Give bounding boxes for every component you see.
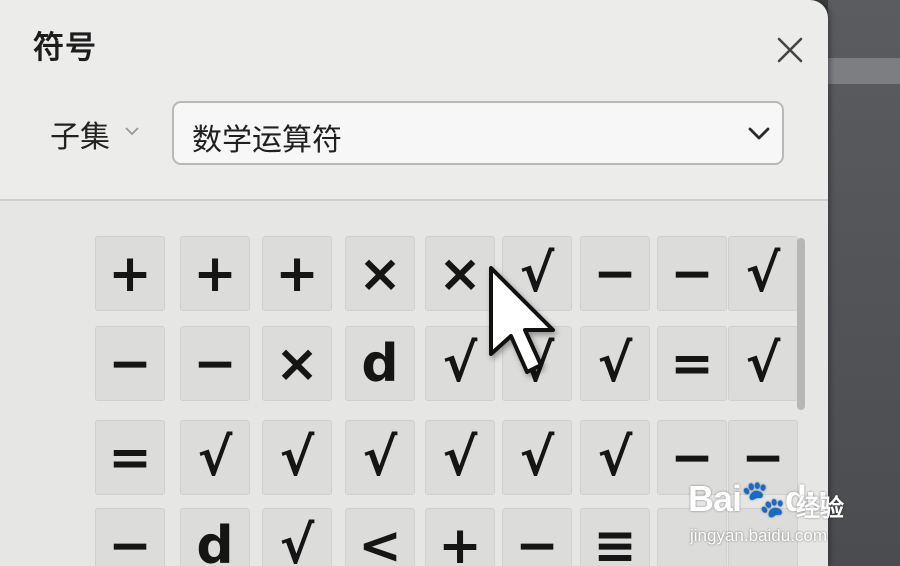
symbol-cell[interactable]: √ — [345, 420, 415, 495]
symbol-cell[interactable]: √ — [580, 420, 650, 495]
subset-dropdown[interactable]: 数学运算符 — [172, 101, 784, 165]
symbol-cell[interactable]: √ — [262, 508, 332, 566]
symbol-cell[interactable]: < — [345, 508, 415, 566]
symbol-cell[interactable]: + — [262, 236, 332, 311]
symbol-cell[interactable]: = — [95, 420, 165, 495]
symbol-cell[interactable]: √ — [425, 420, 495, 495]
scrollbar-thumb[interactable] — [797, 238, 805, 410]
subset-dropdown-value: 数学运算符 — [192, 123, 342, 158]
symbol-cell[interactable]: − — [180, 326, 250, 401]
symbol-cell[interactable] — [728, 508, 798, 566]
background-band — [828, 58, 900, 84]
subset-label: 子集 — [50, 120, 110, 155]
symbol-cell[interactable]: √ — [180, 420, 250, 495]
close-icon[interactable] — [772, 32, 808, 68]
symbol-cell[interactable]: − — [502, 508, 572, 566]
symbol-cell[interactable]: √ — [728, 236, 798, 311]
chevron-down-icon — [125, 127, 139, 136]
symbol-cell[interactable]: − — [95, 508, 165, 566]
symbol-cell[interactable]: √ — [262, 420, 332, 495]
chevron-down-icon — [748, 127, 770, 140]
symbol-cell[interactable]: − — [657, 420, 727, 495]
symbol-cell[interactable]: − — [580, 236, 650, 311]
symbol-cell[interactable]: √ — [502, 236, 572, 311]
symbol-cell[interactable]: − — [728, 420, 798, 495]
symbol-cell[interactable]: + — [180, 236, 250, 311]
symbol-cell[interactable]: × — [262, 326, 332, 401]
symbol-cell[interactable]: √ — [580, 326, 650, 401]
symbol-cell[interactable]: √ — [502, 420, 572, 495]
symbol-cell[interactable]: = — [657, 326, 727, 401]
symbol-cell[interactable]: + — [425, 508, 495, 566]
symbol-dialog: 符号 子集 数学运算符 + + + × × √ − − √ − − × d √ √ √ = √ = √ √ √ √ √ √ − − −… — [0, 0, 828, 566]
symbol-cell[interactable]: d — [180, 508, 250, 566]
symbol-cell[interactable]: × — [425, 236, 495, 311]
symbol-cell[interactable]: − — [95, 326, 165, 401]
symbol-cell[interactable]: √ — [728, 326, 798, 401]
symbol-cell[interactable]: d — [345, 326, 415, 401]
symbol-cell[interactable]: √ — [425, 326, 495, 401]
background-window — [828, 0, 900, 566]
symbol-cell[interactable]: × — [345, 236, 415, 311]
symbol-cell[interactable]: √ — [502, 326, 572, 401]
dialog-title: 符号 — [33, 30, 97, 66]
symbol-cell[interactable]: ≡ — [580, 508, 650, 566]
symbol-cell[interactable]: + — [95, 236, 165, 311]
symbol-cell[interactable]: − — [657, 236, 727, 311]
symbol-cell[interactable] — [657, 508, 727, 566]
